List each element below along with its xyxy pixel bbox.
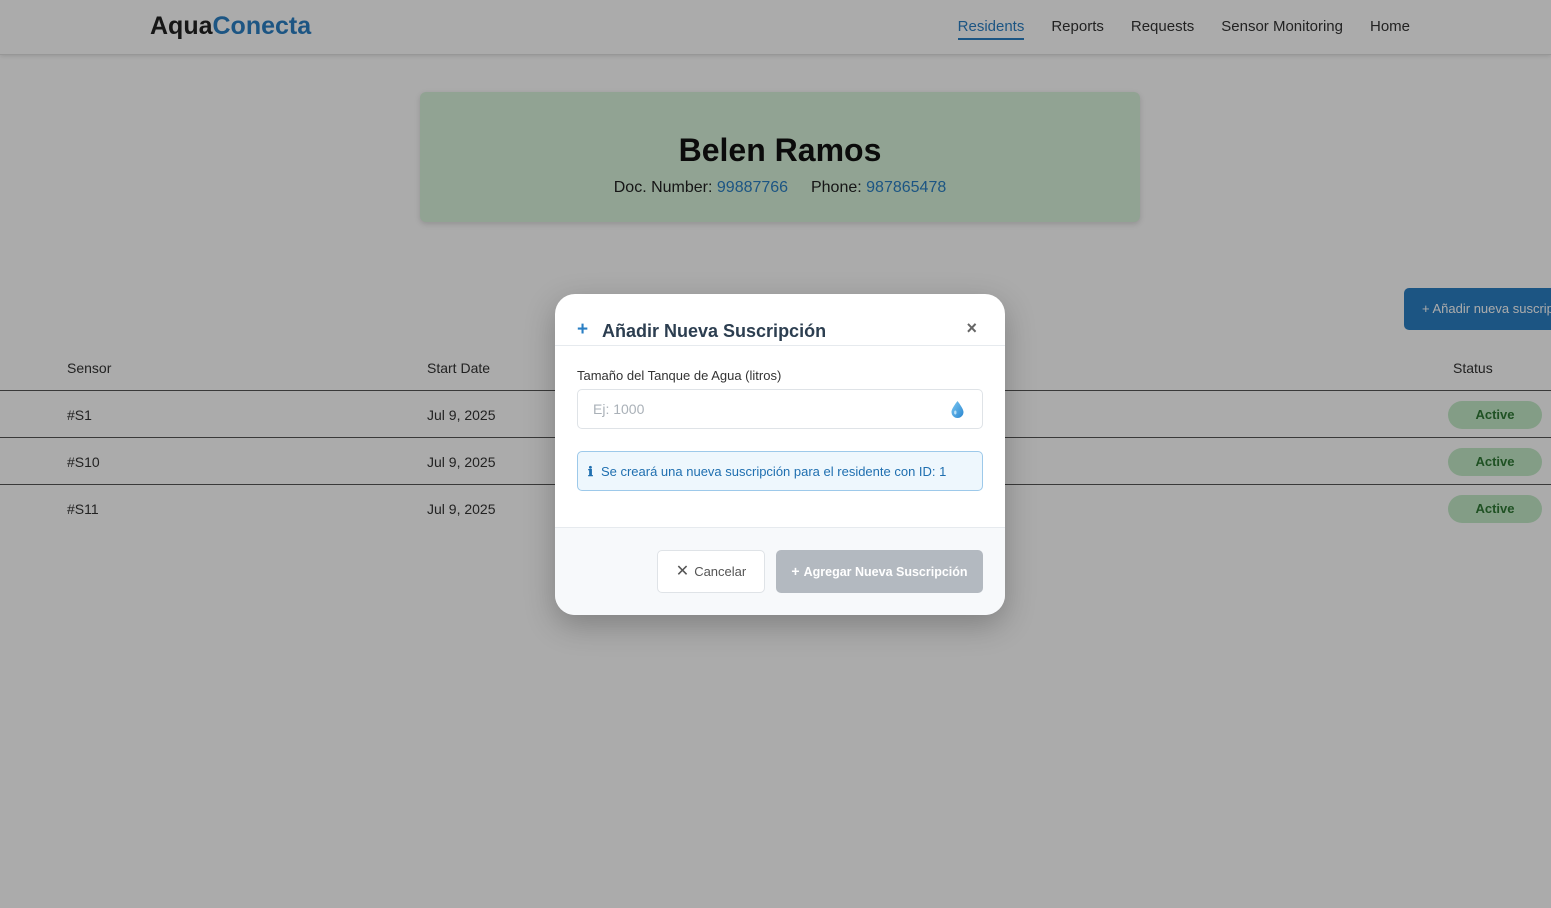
- info-icon: ℹ: [588, 464, 593, 479]
- cancel-label: Cancelar: [694, 564, 747, 579]
- plus-icon: +: [791, 563, 800, 579]
- submit-label: Agregar Nueva Suscripción: [803, 565, 968, 579]
- tank-size-field[interactable]: [577, 389, 983, 429]
- tank-size-input[interactable]: [578, 390, 938, 428]
- modal-header: + Añadir Nueva Suscripción ×: [555, 294, 1005, 346]
- plus-icon: +: [577, 319, 589, 340]
- modal-footer: ✕ Cancelar + Agregar Nueva Suscripción: [555, 527, 1005, 615]
- close-icon[interactable]: ×: [966, 318, 977, 339]
- add-subscription-modal: + Añadir Nueva Suscripción × Tamaño del …: [555, 294, 1005, 615]
- water-drop-icon: [951, 401, 964, 423]
- modal-title: Añadir Nueva Suscripción: [602, 321, 827, 341]
- modal-body: Tamaño del Tanque de Agua (litros) ℹSe c: [555, 346, 1005, 527]
- cancel-button[interactable]: ✕ Cancelar: [657, 550, 765, 593]
- info-alert: ℹ Se creará una nueva suscripción para el…: [577, 451, 983, 491]
- submit-subscription-button[interactable]: + Agregar Nueva Suscripción: [776, 550, 983, 593]
- close-icon: ✕: [675, 563, 690, 580]
- tank-size-label: Tamaño del Tanque de Agua (litros): [577, 368, 782, 383]
- info-text: Se creará una nueva suscripción para el …: [600, 464, 947, 479]
